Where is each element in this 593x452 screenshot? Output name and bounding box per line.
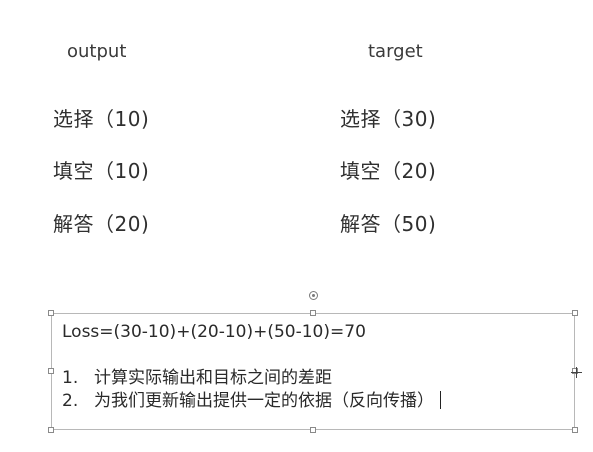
- list-item: 1. 计算实际输出和目标之间的差距: [62, 367, 566, 390]
- resize-handle-top-right[interactable]: [572, 310, 578, 316]
- resize-handle-bottom-left[interactable]: [48, 427, 54, 433]
- text-box-content[interactable]: Loss=(30-10)+(20-10)+(50-10)=70 1. 计算实际输出…: [62, 321, 566, 413]
- output-item-fill-blank: 填空（10): [53, 159, 150, 183]
- output-item-answer: 解答（20): [53, 212, 150, 236]
- loss-formula: Loss=(30-10)+(20-10)+(50-10)=70: [62, 322, 366, 342]
- list-item: 2. 为我们更新输出提供一定的依据（反向传播）: [62, 390, 566, 413]
- list-number: 2.: [62, 391, 79, 411]
- list-text: 为我们更新输出提供一定的依据（反向传播）: [94, 391, 434, 411]
- resize-handle-bottom-right[interactable]: [572, 427, 578, 433]
- resize-handle-bottom[interactable]: [310, 427, 316, 433]
- resize-handle-top-left[interactable]: [48, 310, 54, 316]
- selected-text-box[interactable]: Loss=(30-10)+(20-10)+(50-10)=70 1. 计算实际输出…: [48, 310, 578, 433]
- resize-handle-top[interactable]: [310, 310, 316, 316]
- rotate-handle-icon[interactable]: [309, 291, 318, 300]
- target-item-fill-blank: 填空（20): [340, 159, 437, 183]
- resize-handle-left[interactable]: [48, 368, 54, 374]
- list-number: 1.: [62, 368, 79, 388]
- target-item-choice: 选择（30): [340, 107, 437, 131]
- target-column-header: target: [368, 41, 423, 62]
- output-column-header: output: [67, 41, 127, 62]
- move-cursor-icon: [571, 367, 582, 378]
- target-item-answer: 解答（50): [340, 212, 437, 236]
- output-item-choice: 选择（10): [53, 107, 150, 131]
- text-caret: [440, 391, 441, 409]
- list-text: 计算实际输出和目标之间的差距: [94, 368, 332, 388]
